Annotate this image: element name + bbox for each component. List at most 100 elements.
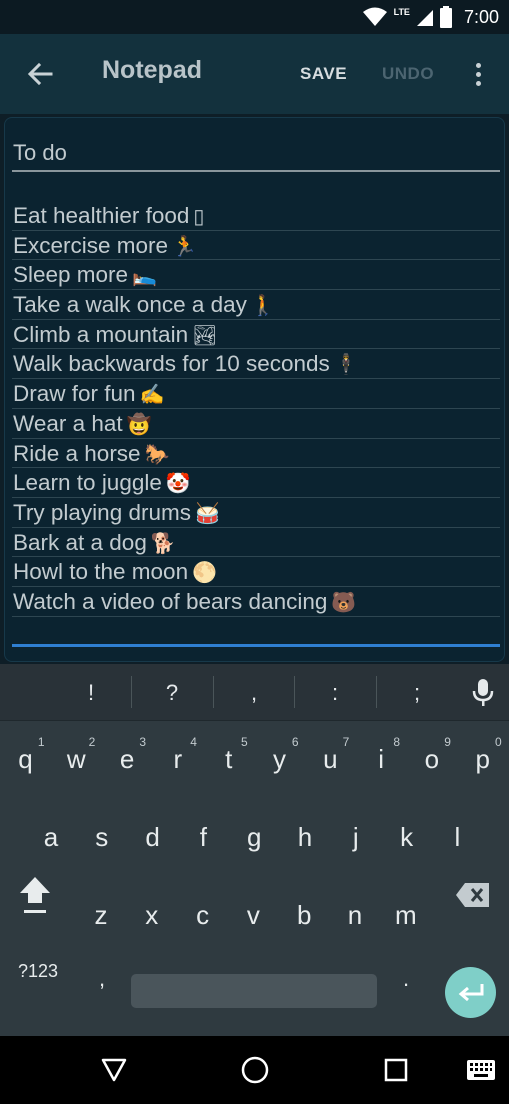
key-h[interactable]: h (280, 807, 330, 867)
key-label: y (273, 743, 286, 774)
more-options-button[interactable] (466, 58, 490, 90)
key-label: f (199, 821, 207, 852)
key-p[interactable]: p0 (458, 729, 508, 789)
key-n[interactable]: n (330, 885, 380, 945)
key-label: l (454, 821, 461, 852)
note-line: Eat healthier food ▯ (12, 201, 500, 231)
mic-icon[interactable] (470, 678, 496, 708)
status-bar: LTE 7:00 (0, 0, 509, 34)
note-line: Learn to juggle 🤡 (12, 468, 500, 498)
key-hint: 5 (241, 735, 248, 749)
note-line-text: Try playing drums (13, 499, 191, 525)
note-line: Watch a video of bears dancing 🐻 (12, 587, 500, 617)
note-line-emoji: 🤡 (165, 473, 191, 496)
keyboard-switch-button[interactable] (461, 1050, 501, 1090)
key-x[interactable]: x (127, 885, 177, 945)
note-line-text: Walk backwards for 10 seconds (13, 351, 330, 377)
more-vert-icon (475, 62, 481, 68)
key-t[interactable]: t5 (204, 729, 254, 789)
key-label: t (225, 743, 233, 774)
shift-key[interactable] (10, 865, 60, 925)
key-v[interactable]: v (228, 885, 278, 945)
status-time: 7:00 (463, 6, 499, 27)
suggestion-exclamation[interactable]: ! (51, 664, 131, 721)
app-bar: Notepad SAVE UNDO (0, 34, 509, 114)
backspace-icon (456, 883, 489, 907)
period-key[interactable]: . (381, 949, 431, 1009)
key-e[interactable]: e3 (102, 729, 152, 789)
key-u[interactable]: u7 (305, 729, 355, 789)
note-line-text: Climb a mountain (13, 321, 189, 347)
nav-home-button[interactable] (235, 1050, 275, 1090)
key-k[interactable]: k (382, 807, 432, 867)
back-triangle-icon (101, 1058, 127, 1082)
home-circle-icon (241, 1056, 269, 1084)
key-g[interactable]: g (229, 807, 279, 867)
undo-button[interactable]: UNDO (382, 64, 434, 84)
enter-key[interactable] (445, 967, 496, 1018)
key-label: n (347, 899, 363, 930)
nav-recents-button[interactable] (376, 1050, 416, 1090)
note-line-emoji: 🚶 (250, 295, 276, 318)
comma-key[interactable]: , (77, 949, 127, 1009)
note-line-emoji: 🥁 (194, 502, 220, 525)
note-line-emoji: 🐕 (150, 532, 176, 555)
key-label: b (296, 899, 312, 930)
note-line-emoji: 🐎 (144, 443, 170, 466)
key-d[interactable]: d (128, 807, 178, 867)
back-arrow-icon (27, 62, 53, 86)
save-button[interactable]: SAVE (300, 64, 347, 84)
backspace-key[interactable] (448, 865, 498, 925)
key-hint: 6 (291, 735, 299, 749)
key-q[interactable]: q1 (1, 729, 51, 789)
suggestion-colon[interactable]: : (295, 664, 375, 721)
key-a[interactable]: a (26, 807, 76, 867)
key-label: u (323, 743, 338, 774)
key-w[interactable]: w2 (51, 729, 101, 789)
key-label: g (246, 821, 262, 852)
note-line: Walk backwards for 10 seconds 🕴 (12, 349, 500, 380)
suggestion-question[interactable]: ? (132, 664, 212, 721)
lte-label: LTE (393, 7, 410, 17)
key-hint: 7 (342, 735, 350, 749)
note-line-text: Watch a video of bears dancing (13, 588, 328, 614)
note-line-text: Bark at a dog (13, 529, 147, 555)
note-line-emoji: 🏞 (192, 324, 218, 347)
key-l[interactable]: l (432, 807, 482, 867)
key-i[interactable]: i8 (356, 729, 406, 789)
key-label: e (119, 743, 135, 774)
suggestion-comma[interactable]: , (214, 664, 294, 721)
key-z[interactable]: z (76, 885, 126, 945)
note-title-input[interactable]: To do (12, 136, 500, 172)
suggestion-semicolon[interactable]: ; (377, 664, 457, 721)
space-bar[interactable] (131, 974, 377, 1008)
key-r[interactable]: r4 (153, 729, 203, 789)
key-f[interactable]: f (178, 807, 228, 867)
note-line-emoji: ✍️ (139, 384, 165, 407)
nav-back-button[interactable] (94, 1050, 134, 1090)
enter-icon (458, 983, 483, 1001)
key-hint: 8 (393, 735, 401, 749)
symbols-key[interactable]: ?123 (12, 941, 64, 1001)
note-line: Try playing drums 🥁 (12, 498, 500, 528)
key-hint: 2 (88, 735, 96, 749)
key-j[interactable]: j (331, 807, 381, 867)
key-hint: 0 (495, 735, 502, 749)
key-y[interactable]: y6 (255, 729, 305, 789)
note-line: Wear a hat 🤠 (12, 409, 500, 439)
key-area: ?123 , . q1w2e3r4t5y6u7i8o9p0asdfghjklzx… (0, 721, 509, 1036)
battery-icon (439, 6, 452, 28)
key-o[interactable]: o9 (407, 729, 457, 789)
suggestion-bar: ! ? , : ; (0, 664, 509, 721)
key-c[interactable]: c (178, 885, 228, 945)
status-icons: LTE 7:00 (362, 0, 499, 34)
key-label: x (145, 899, 159, 930)
key-label: p (475, 743, 490, 774)
note-line-emoji: 🤠 (126, 413, 152, 436)
note-body-input[interactable]: Eat healthier food ▯ Excercise more 🏃 Sleep … (12, 201, 500, 617)
key-m[interactable]: m (381, 885, 431, 945)
note-line-emoji: 🐻 (331, 591, 357, 614)
key-b[interactable]: b (279, 885, 329, 945)
key-s[interactable]: s (77, 807, 127, 867)
back-button[interactable] (22, 54, 58, 94)
